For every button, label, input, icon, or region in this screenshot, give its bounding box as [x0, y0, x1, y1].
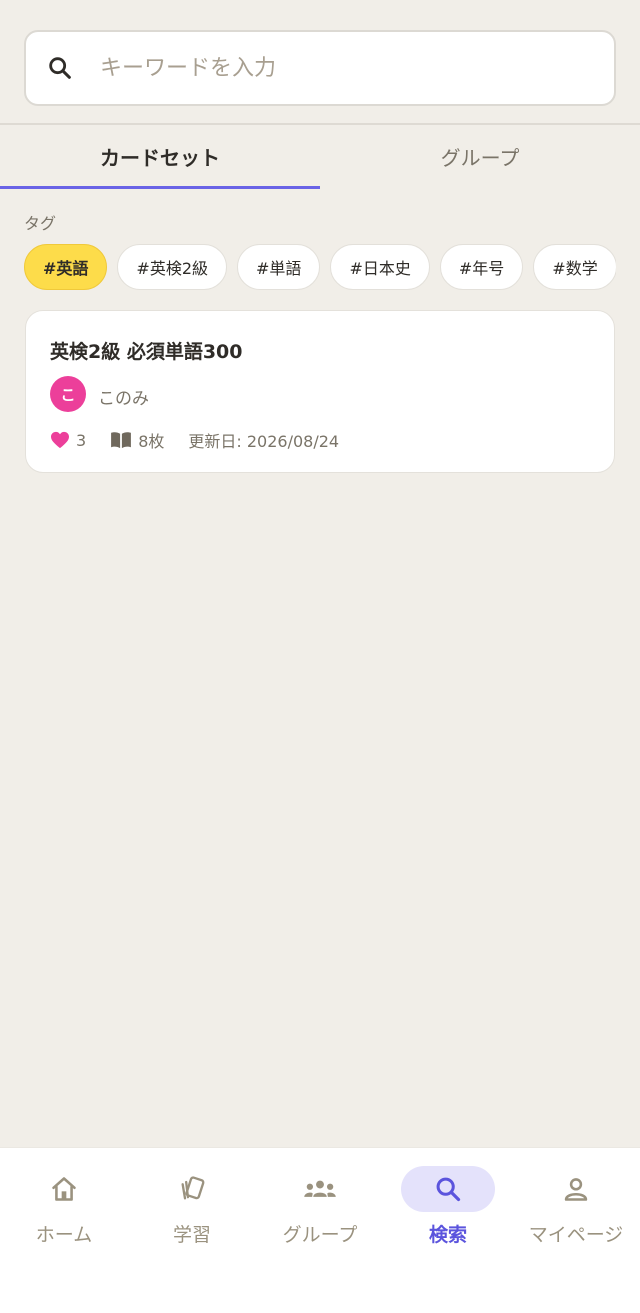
like-count-value: 3	[76, 430, 87, 450]
tag-chip[interactable]: #日本史	[330, 244, 430, 290]
tag-chip[interactable]: #英検2級	[117, 244, 228, 290]
author-name: このみ	[98, 389, 149, 409]
nav-label: ホーム	[35, 1224, 93, 1246]
active-tab-indicator	[0, 186, 320, 189]
bottom-navigation: ホーム 学習 グループ 検索 マイページ	[0, 1147, 640, 1313]
tag-chip[interactable]: #単語	[237, 244, 321, 290]
nav-group[interactable]: グループ	[256, 1148, 384, 1258]
tag-chip[interactable]: #英語	[24, 244, 108, 290]
nav-label: 検索	[428, 1224, 467, 1246]
nav-study[interactable]: 学習	[128, 1148, 256, 1258]
card-count-value: 8枚	[138, 432, 165, 451]
person-icon	[564, 1178, 588, 1201]
updated-date: 更新日: 2026/08/24	[188, 432, 340, 451]
tag-chip[interactable]: #数学	[533, 244, 616, 290]
cardset-meta: 3 8枚 更新日: 2026/08/24	[50, 429, 363, 451]
tab-cardsets[interactable]: カードセット	[0, 125, 320, 187]
home-icon	[52, 1177, 76, 1201]
tab-bar: カードセット グループ	[0, 125, 640, 190]
group-icon	[304, 1180, 336, 1197]
tag-chip[interactable]: #年号	[439, 244, 524, 290]
avatar: こ	[50, 376, 86, 412]
card-count: 8枚	[110, 428, 164, 452]
tab-groups[interactable]: グループ	[320, 125, 640, 187]
like-count: 3	[50, 431, 86, 450]
nav-label: グループ	[282, 1224, 358, 1246]
nav-home[interactable]: ホーム	[0, 1148, 128, 1258]
search-bar[interactable]	[24, 30, 616, 106]
nav-mypage[interactable]: マイページ	[512, 1148, 640, 1258]
tag-section-label: タグ	[24, 214, 57, 233]
book-icon	[111, 432, 132, 449]
nav-label: 学習	[172, 1224, 211, 1246]
search-icon	[436, 1177, 461, 1202]
nav-label: マイページ	[528, 1224, 624, 1246]
heart-icon	[51, 431, 69, 449]
search-input[interactable]	[100, 46, 600, 90]
nav-search[interactable]: 検索	[384, 1148, 512, 1258]
cards-icon	[181, 1176, 205, 1200]
search-icon	[49, 57, 71, 79]
cardset-title: 英検2級 必須単語300	[50, 341, 243, 363]
tag-chip-list: #英語 #英検2級 #単語 #日本史 #年号 #数学	[24, 244, 616, 292]
cardset-card[interactable]: 英検2級 必須単語300 こ このみ 3 8枚 更新日: 2026/08/24	[25, 310, 615, 473]
